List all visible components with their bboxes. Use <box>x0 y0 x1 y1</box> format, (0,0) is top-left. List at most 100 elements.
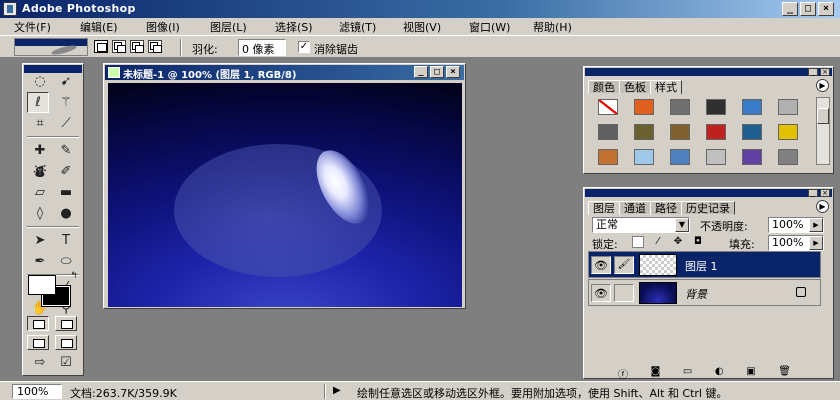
pen-tool-icon[interactable]: ✒ <box>29 251 51 272</box>
style-swatch[interactable] <box>706 124 726 140</box>
magic-wand-tool-icon[interactable]: ⚚ <box>55 92 77 113</box>
styles-panel-close-button[interactable]: × <box>820 68 830 76</box>
style-swatch[interactable] <box>670 124 690 140</box>
layers-panel-close-button[interactable]: × <box>820 189 830 197</box>
style-swatch[interactable] <box>742 124 762 140</box>
menu-view[interactable]: 视图(V) <box>403 19 441 35</box>
quick-mask-button[interactable] <box>55 316 77 331</box>
healing-brush-icon[interactable]: ✚ <box>29 140 51 161</box>
style-swatch[interactable] <box>778 99 798 115</box>
move-tool-icon[interactable]: ➹ <box>55 71 77 92</box>
new-set-icon[interactable]: ▭ <box>683 366 692 378</box>
image-canvas[interactable] <box>108 83 462 307</box>
menu-image[interactable]: 图像(I) <box>146 19 180 35</box>
tab-swatches[interactable]: 色板 <box>619 80 651 94</box>
path-select-icon[interactable]: ➤ <box>29 230 51 251</box>
menu-layer[interactable]: 图层(L) <box>210 19 247 35</box>
close-button[interactable]: × <box>818 2 834 16</box>
fill-input[interactable]: 100% ▶ <box>768 235 824 251</box>
eye-icon[interactable]: 👁 <box>591 284 611 302</box>
feather-input[interactable]: 0 像素 <box>238 39 286 56</box>
eye-icon[interactable]: 👁 <box>591 256 611 274</box>
blend-mode-select[interactable]: 正常 ▼ <box>592 217 690 233</box>
new-layer-icon[interactable]: ▣ <box>746 366 755 378</box>
menu-filter[interactable]: 滤镜(T) <box>339 19 376 35</box>
tab-paths[interactable]: 路径 <box>650 201 682 215</box>
clone-stamp-icon[interactable]: ⛇ <box>29 161 51 182</box>
screen-mode-full-button[interactable] <box>55 335 77 350</box>
lasso-tool-icon[interactable]: ℓ <box>27 92 49 113</box>
crop-tool-icon[interactable]: ⌗ <box>29 113 51 134</box>
lock-transparent-icon[interactable] <box>632 236 644 248</box>
style-swatch[interactable] <box>634 99 654 115</box>
style-swatch[interactable] <box>634 124 654 140</box>
blur-tool-icon[interactable]: ◊ <box>29 203 51 224</box>
layer-style-icon[interactable]: ⓕ <box>618 366 628 381</box>
tab-channels[interactable]: 通道 <box>619 201 651 215</box>
jump-to-imageready-icon[interactable]: ⇨ <box>29 352 51 373</box>
menu-window[interactable]: 窗口(W) <box>469 19 510 35</box>
subtract-selection-icon[interactable] <box>130 40 144 53</box>
tab-color[interactable]: 颜色 <box>588 80 620 94</box>
add-selection-icon[interactable] <box>112 40 126 53</box>
tab-layers[interactable]: 图层 <box>588 201 620 215</box>
intersect-selection-icon[interactable] <box>148 40 162 53</box>
type-tool-icon[interactable]: T <box>55 230 77 251</box>
document-minimize-button[interactable]: _ <box>414 66 428 78</box>
style-swatch[interactable] <box>778 149 798 165</box>
adjustment-layer-icon[interactable]: ◐ <box>715 366 724 378</box>
screen-mode-standard-button[interactable] <box>27 335 49 350</box>
document-close-button[interactable]: × <box>446 66 460 78</box>
lock-all-icon[interactable]: ◘ <box>692 236 704 248</box>
menu-file[interactable]: 文件(F) <box>14 19 51 35</box>
tool-preset-picker[interactable] <box>14 38 88 57</box>
document-title-bar[interactable]: 未标题-1 @ 100% (图层 1, RGB/8) _ □ × <box>105 65 464 81</box>
swap-colors-icon[interactable]: ↰ <box>67 270 81 282</box>
style-swatch[interactable] <box>598 99 618 115</box>
style-swatch[interactable] <box>670 99 690 115</box>
opacity-input[interactable]: 100% ▶ <box>768 217 824 233</box>
dodge-tool-icon[interactable]: ● <box>55 203 77 224</box>
style-swatch[interactable] <box>598 149 618 165</box>
style-swatch[interactable] <box>706 149 726 165</box>
eraser-tool-icon[interactable]: ▱ <box>29 182 51 203</box>
style-swatch[interactable] <box>670 149 690 165</box>
layer-row[interactable]: 👁 背景 <box>588 279 821 306</box>
menu-help[interactable]: 帮助(H) <box>533 19 572 35</box>
antialias-checkbox[interactable]: ✓ <box>298 41 310 53</box>
standard-mode-button[interactable] <box>27 316 49 331</box>
document-size-info[interactable]: 文档:263.7K/359.9K <box>70 385 177 400</box>
shape-tool-icon[interactable]: ⬭ <box>55 251 77 272</box>
maximize-button[interactable]: □ <box>800 2 816 16</box>
style-swatch[interactable] <box>598 124 618 140</box>
brush-tool-icon[interactable]: ✎ <box>55 140 77 161</box>
jump-check-icon[interactable]: ☑ <box>55 352 77 373</box>
tab-styles[interactable]: 样式 <box>650 80 682 94</box>
gradient-tool-icon[interactable]: ▬ <box>55 182 77 203</box>
document-maximize-button[interactable]: □ <box>430 66 444 78</box>
layer-mask-icon[interactable]: ◙ <box>651 366 661 378</box>
styles-panel-menu-button[interactable]: ▶ <box>816 79 829 92</box>
layer-row[interactable]: 👁 🖌 图层 1 <box>588 251 821 278</box>
layers-panel-menu-button[interactable]: ▶ <box>816 200 829 213</box>
new-selection-icon[interactable] <box>94 40 108 53</box>
history-brush-icon[interactable]: ✐ <box>55 161 77 182</box>
layers-panel-minimize-button[interactable]: _ <box>808 189 818 197</box>
foreground-color-swatch[interactable] <box>28 275 56 295</box>
style-swatch[interactable] <box>742 149 762 165</box>
link-slot[interactable] <box>614 284 634 302</box>
style-swatch[interactable] <box>634 149 654 165</box>
styles-panel-minimize-button[interactable]: _ <box>808 68 818 76</box>
marquee-tool-icon[interactable]: ◌ <box>29 71 51 92</box>
brush-icon[interactable]: 🖌 <box>614 256 634 274</box>
styles-scroll-thumb[interactable] <box>817 108 829 124</box>
lock-paint-icon[interactable]: ⁄ <box>652 236 664 248</box>
zoom-level-input[interactable]: 100% <box>12 384 62 399</box>
menu-edit[interactable]: 编辑(E) <box>80 19 118 35</box>
slice-tool-icon[interactable]: ⟋ <box>55 113 77 134</box>
status-arrow-icon[interactable]: ▶ <box>333 385 341 396</box>
tab-history[interactable]: 历史记录 <box>681 201 735 215</box>
delete-layer-icon[interactable]: 🗑 <box>778 366 791 378</box>
style-swatch[interactable] <box>778 124 798 140</box>
style-swatch[interactable] <box>742 99 762 115</box>
